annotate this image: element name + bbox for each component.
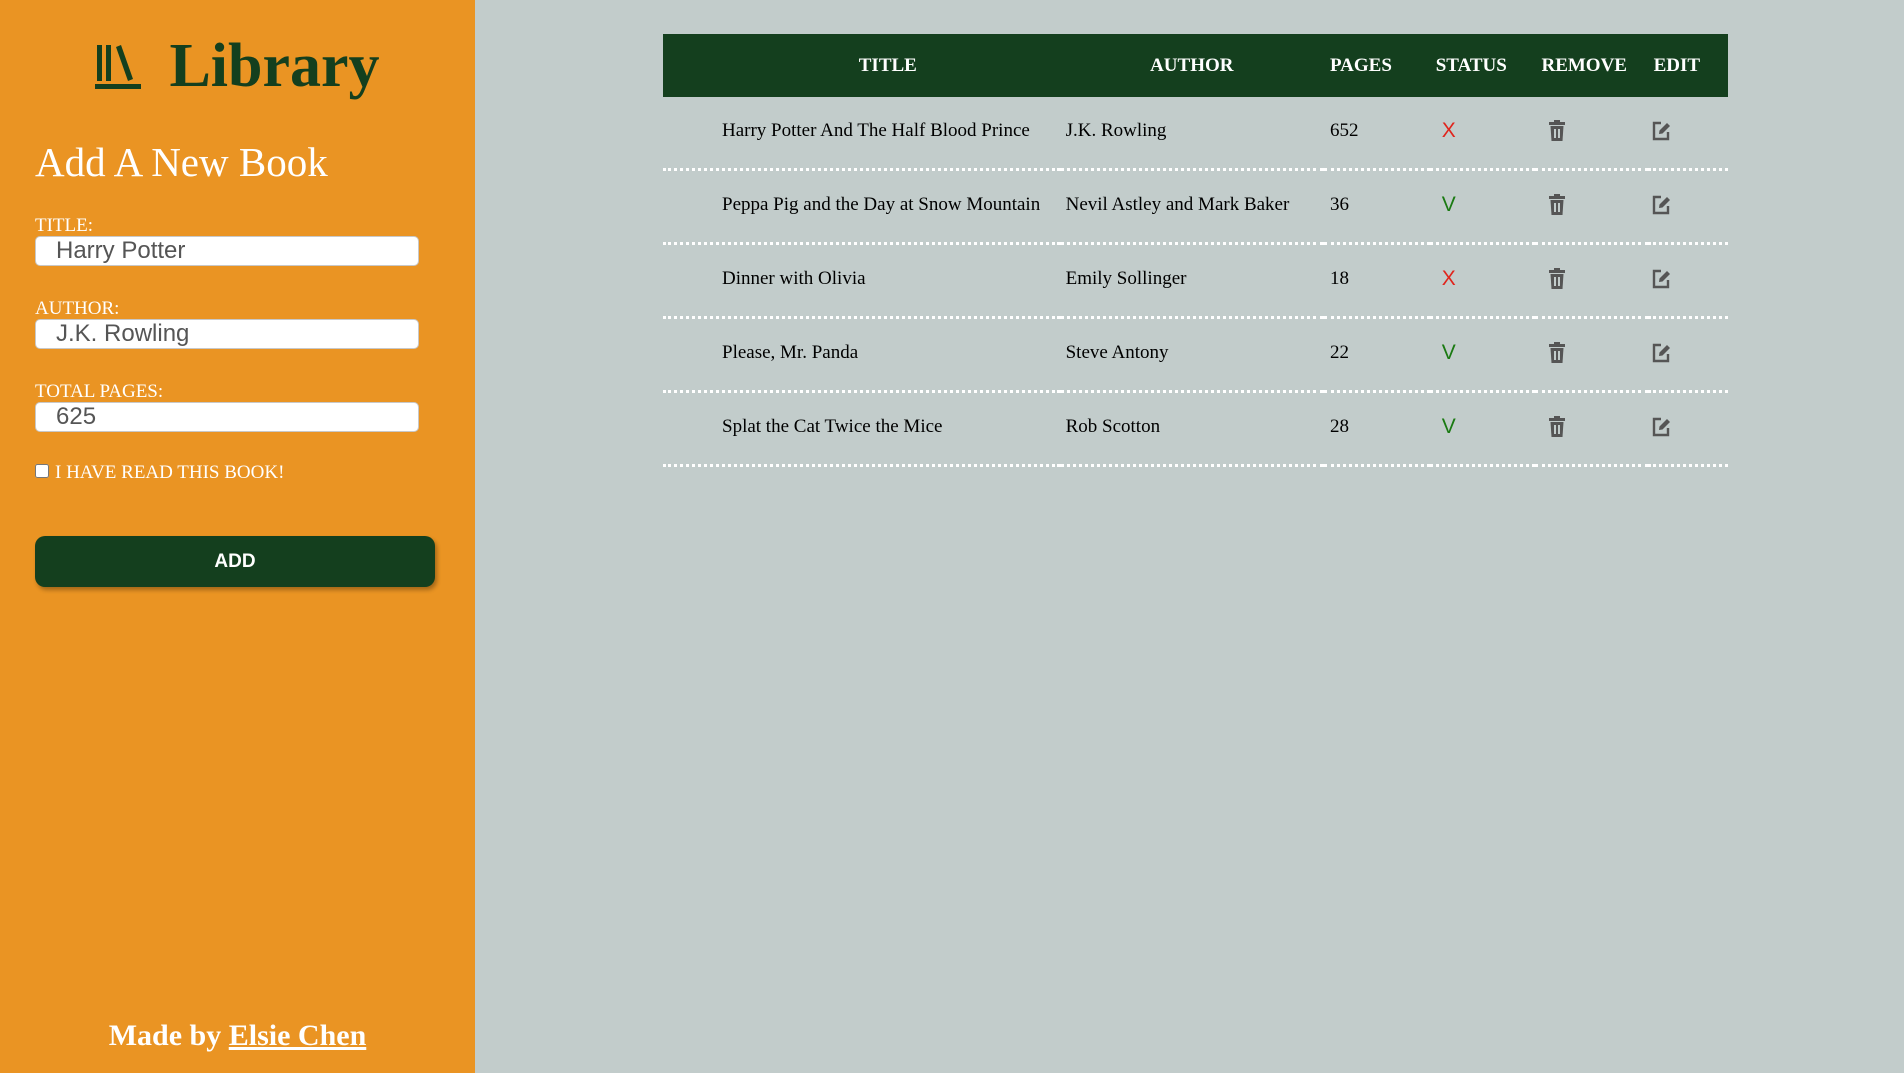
author-label: AUTHOR:: [35, 298, 120, 319]
book-title-cell: Dinner with Olivia: [722, 268, 866, 289]
remove-cell: [1535, 392, 1647, 466]
book-pages-cell: 22: [1329, 342, 1349, 363]
trash-icon[interactable]: [1547, 194, 1567, 216]
book-pages-cell: 28: [1329, 416, 1349, 437]
trash-icon[interactable]: [1547, 416, 1567, 438]
app: Library Add A New Book TITLE: AUTHOR: TO…: [0, 0, 1904, 1073]
read-status-toggle[interactable]: X: [1436, 267, 1456, 290]
app-logo: Library: [35, 30, 440, 102]
edit-icon[interactable]: [1651, 194, 1671, 216]
header-remove: REMOVE: [1541, 54, 1627, 76]
read-status-toggle[interactable]: X: [1436, 119, 1456, 142]
edit-cell: [1648, 392, 1728, 466]
edit-cell: [1648, 244, 1728, 318]
table-header: TITLE AUTHOR PAGES STATUS REMOVE EDIT: [663, 34, 1728, 97]
remove-cell: [1535, 244, 1647, 318]
book-title-cell: Splat the Cat Twice the Mice: [722, 416, 943, 437]
pages-input[interactable]: [35, 402, 419, 432]
book-status-cell: V: [1430, 318, 1536, 392]
title-field-group: TITLE:: [35, 216, 440, 266]
book-status-cell: X: [1430, 244, 1536, 318]
book-author-cell: J.K. Rowling: [1065, 120, 1167, 141]
edit-cell: [1648, 170, 1728, 244]
edit-icon[interactable]: [1651, 120, 1671, 142]
remove-cell: [1535, 318, 1647, 392]
title-input[interactable]: [35, 236, 419, 266]
header-author: AUTHOR: [1150, 54, 1234, 76]
read-status-toggle[interactable]: V: [1436, 193, 1456, 216]
book-status-cell: V: [1430, 170, 1536, 244]
title-label: TITLE:: [35, 215, 94, 236]
table-row: Please, Mr. Panda Steve Antony 22 V: [663, 318, 1728, 392]
table-row: Splat the Cat Twice the Mice Rob Scotton 2…: [663, 392, 1728, 466]
app-title: Library: [169, 32, 380, 100]
footer: Made by Elsie Chen: [0, 1019, 475, 1053]
author-link[interactable]: Elsie Chen: [229, 1019, 367, 1052]
read-checkbox-row: I HAVE READ THIS BOOK!: [35, 462, 440, 484]
author-input[interactable]: [35, 319, 419, 349]
book-title-cell: Peppa Pig and the Day at Snow Mountain: [722, 194, 1041, 215]
footer-prefix: Made by: [108, 1019, 222, 1052]
book-title-cell: Harry Potter And The Half Blood Prince: [722, 120, 1030, 141]
add-book-button[interactable]: ADD: [35, 536, 435, 587]
pages-label: TOTAL PAGES:: [35, 381, 164, 402]
header-title: TITLE: [858, 54, 917, 76]
book-status-cell: V: [1430, 392, 1536, 466]
books-icon: [95, 45, 142, 89]
book-author-cell: Steve Antony: [1065, 342, 1169, 363]
book-pages-cell: 18: [1329, 268, 1349, 289]
trash-icon[interactable]: [1547, 268, 1567, 290]
table-row: Dinner with Olivia Emily Sollinger 18 X: [663, 244, 1728, 318]
book-author-cell: Emily Sollinger: [1065, 268, 1187, 289]
read-status-toggle[interactable]: V: [1436, 415, 1456, 438]
table-row: Peppa Pig and the Day at Snow Mountain Ne…: [663, 170, 1728, 244]
trash-icon[interactable]: [1547, 342, 1567, 364]
sidebar: Library Add A New Book TITLE: AUTHOR: TO…: [0, 0, 475, 1073]
header-status: STATUS: [1435, 54, 1507, 76]
book-author-cell: Nevil Astley and Mark Baker: [1065, 194, 1290, 215]
header-row: TITLE AUTHOR PAGES STATUS REMOVE EDIT: [663, 34, 1728, 97]
book-table: TITLE AUTHOR PAGES STATUS REMOVE EDIT Ha…: [663, 34, 1728, 467]
table-body: Harry Potter And The Half Blood Prince J.…: [663, 97, 1728, 466]
header-pages: PAGES: [1329, 54, 1392, 76]
remove-cell: [1535, 97, 1647, 170]
edit-icon[interactable]: [1651, 416, 1671, 438]
read-status-toggle[interactable]: V: [1436, 341, 1456, 364]
main-content: TITLE AUTHOR PAGES STATUS REMOVE EDIT Ha…: [475, 0, 1904, 1073]
edit-cell: [1648, 318, 1728, 392]
author-field-group: AUTHOR:: [35, 299, 440, 349]
book-author-cell: Rob Scotton: [1065, 416, 1161, 437]
form-heading: Add A New Book: [35, 139, 328, 185]
remove-cell: [1535, 170, 1647, 244]
edit-icon[interactable]: [1651, 268, 1671, 290]
edit-cell: [1648, 97, 1728, 170]
trash-icon[interactable]: [1547, 120, 1567, 142]
edit-icon[interactable]: [1651, 342, 1671, 364]
table-row: Harry Potter And The Half Blood Prince J.…: [663, 97, 1728, 170]
read-checkbox[interactable]: [35, 464, 49, 478]
book-pages-cell: 652: [1329, 120, 1359, 141]
header-edit: EDIT: [1653, 54, 1701, 76]
book-pages-cell: 36: [1329, 194, 1349, 215]
read-checkbox-label: I HAVE READ THIS BOOK!: [55, 462, 285, 483]
book-status-cell: X: [1430, 97, 1536, 170]
pages-field-group: TOTAL PAGES:: [35, 382, 440, 432]
book-title-cell: Please, Mr. Panda: [722, 342, 859, 363]
